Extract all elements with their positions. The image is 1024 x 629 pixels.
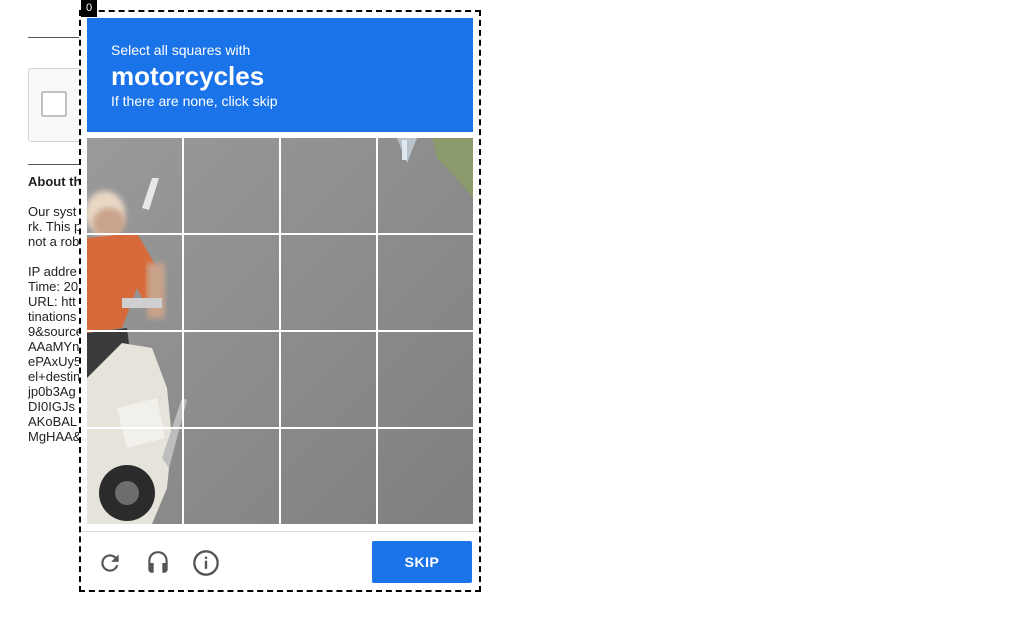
info-line: ePAxUy5: [28, 354, 82, 369]
grid-tile[interactable]: [184, 138, 279, 233]
info-line: 9&source: [28, 324, 83, 339]
info-icon[interactable]: [189, 546, 223, 580]
about-heading: About th: [28, 174, 82, 189]
info-line: Our syst: [28, 204, 77, 219]
frame-index-badge: 0: [81, 0, 97, 17]
info-line: Time: 20: [28, 279, 79, 294]
grid-tile[interactable]: [184, 429, 279, 524]
info-line: jp0b3Ag: [28, 384, 76, 399]
grid-tile[interactable]: [87, 235, 182, 330]
grid-tile[interactable]: [87, 429, 182, 524]
grid-tile[interactable]: [378, 429, 473, 524]
info-line: AKoBAL: [28, 414, 78, 429]
info-line: AAaMYn: [28, 339, 80, 354]
grid-tile[interactable]: [87, 138, 182, 233]
grid-tile[interactable]: [378, 235, 473, 330]
info-line: tinations: [28, 309, 77, 324]
skip-button[interactable]: SKIP: [372, 541, 472, 583]
grid-tile[interactable]: [184, 235, 279, 330]
grid-tile[interactable]: [281, 429, 376, 524]
image-grid: [87, 138, 473, 524]
grid-tile[interactable]: [87, 332, 182, 427]
grid-tile[interactable]: [281, 138, 376, 233]
info-line: rk. This p: [28, 219, 82, 234]
info-line: IP addre: [28, 264, 77, 279]
target-object: motorcycles: [111, 61, 265, 91]
instruction-prefix: Select all squares with: [111, 42, 251, 58]
grid-tile[interactable]: [281, 332, 376, 427]
challenge-header: Select all squares with motorcycles If t…: [87, 18, 473, 132]
info-line: not a rob: [28, 234, 80, 249]
grid-tile[interactable]: [378, 332, 473, 427]
reload-icon[interactable]: [93, 546, 127, 580]
grid-tile[interactable]: [281, 235, 376, 330]
recaptcha-checkbox[interactable]: [41, 91, 67, 117]
info-line: MgHAA&: [28, 429, 82, 444]
grid-tile[interactable]: [378, 138, 473, 233]
instruction-suffix: If there are none, click skip: [111, 93, 278, 109]
footer-divider: [81, 531, 479, 532]
audio-icon[interactable]: [141, 546, 175, 580]
grid-tile[interactable]: [184, 332, 279, 427]
info-line: DI0IGJs: [28, 399, 75, 414]
info-line: el+destin: [28, 369, 81, 384]
info-line: URL: htt: [28, 294, 76, 309]
